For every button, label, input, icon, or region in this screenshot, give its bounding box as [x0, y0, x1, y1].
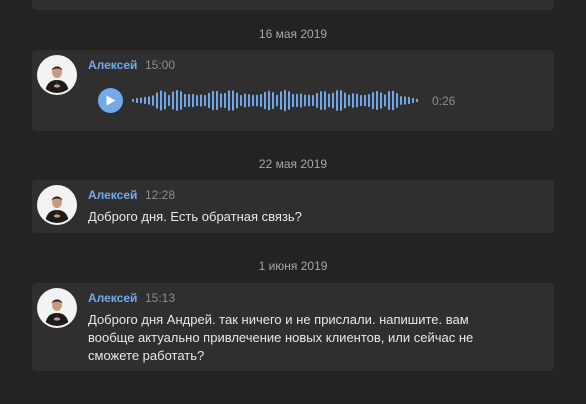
waveform-bar	[300, 93, 302, 108]
waveform-bar	[200, 94, 202, 107]
waveform-bar	[328, 93, 330, 108]
waveform-bar	[284, 89, 286, 112]
waveform-bar	[144, 96, 146, 105]
waveform-bar	[384, 94, 386, 107]
waveform-bar	[380, 92, 382, 109]
waveform-bar	[140, 97, 142, 104]
waveform-bar	[416, 98, 418, 103]
waveform-bar	[160, 90, 162, 111]
waveform-bar	[396, 92, 398, 109]
waveform-bar	[216, 90, 218, 111]
author-name[interactable]: Алексей	[88, 188, 137, 202]
previous-message-card	[32, 0, 554, 10]
waveform-bar	[360, 94, 362, 107]
play-icon	[106, 95, 116, 106]
waveform-bar	[168, 94, 170, 107]
waveform-bar	[232, 90, 234, 111]
waveform-bar	[376, 90, 378, 111]
voice-waveform[interactable]	[132, 88, 422, 113]
waveform-bar	[208, 92, 210, 109]
waveform-bar	[192, 93, 194, 108]
waveform-bar	[156, 92, 158, 109]
waveform-bar	[324, 91, 326, 110]
message-time[interactable]: 15:00	[145, 58, 175, 72]
author-name[interactable]: Алексей	[88, 291, 137, 305]
waveform-bar	[316, 92, 318, 109]
waveform-bar	[320, 91, 322, 110]
waveform-bar	[264, 91, 266, 110]
waveform-bar	[268, 90, 270, 111]
waveform-bar	[276, 94, 278, 107]
waveform-bar	[260, 93, 262, 108]
waveform-bar	[280, 91, 282, 110]
date-separator: 16 мая 2019	[258, 27, 328, 41]
waveform-bar	[344, 92, 346, 109]
waveform-bar	[244, 93, 246, 108]
waveform-bar	[412, 97, 414, 104]
waveform-bar	[304, 94, 306, 107]
waveform-bar	[212, 90, 214, 111]
waveform-bar	[188, 94, 190, 107]
message-body: Доброго дня Андрей. так ничего и не прис…	[88, 312, 474, 363]
waveform-bar	[308, 94, 310, 107]
waveform-bar	[164, 91, 166, 110]
waveform-bar	[368, 93, 370, 108]
play-button[interactable]	[98, 88, 123, 113]
waveform-bar	[400, 95, 402, 106]
waveform-bar	[172, 91, 174, 110]
waveform-bar	[204, 94, 206, 107]
waveform-bar	[296, 93, 298, 108]
waveform-bar	[228, 90, 230, 111]
message-text: Алексей 12:28 Доброго дня. Есть обратная…	[32, 180, 554, 233]
author-name[interactable]: Алексей	[88, 58, 137, 72]
waveform-bar	[252, 94, 254, 107]
waveform-bar	[176, 89, 178, 112]
waveform-bar	[152, 95, 154, 106]
voice-duration: 0:26	[432, 94, 456, 108]
date-separator: 22 мая 2019	[258, 157, 328, 171]
waveform-bar	[180, 91, 182, 110]
waveform-bar	[388, 90, 390, 111]
avatar[interactable]	[39, 187, 75, 223]
message-time[interactable]: 12:28	[145, 188, 175, 202]
waveform-bar	[336, 90, 338, 111]
waveform-bar	[132, 98, 134, 103]
waveform-bar	[312, 94, 314, 107]
waveform-bar	[256, 94, 258, 107]
waveform-bar	[340, 90, 342, 111]
waveform-bar	[356, 93, 358, 108]
waveform-bar	[184, 93, 186, 108]
waveform-bar	[272, 91, 274, 110]
waveform-bar	[332, 92, 334, 109]
waveform-bar	[220, 93, 222, 108]
waveform-bar	[372, 91, 374, 110]
waveform-bar	[148, 96, 150, 105]
waveform-bar	[288, 91, 290, 110]
waveform-bar	[248, 94, 250, 107]
message-time[interactable]: 15:13	[145, 291, 175, 305]
waveform-bar	[224, 92, 226, 109]
waveform-bar	[364, 94, 366, 107]
message-voice: Алексей 15:00 0:26	[32, 50, 554, 131]
waveform-bar	[240, 94, 242, 107]
waveform-bar	[392, 90, 394, 111]
waveform-bar	[136, 97, 138, 104]
waveform-bar	[292, 93, 294, 108]
waveform-bar	[236, 92, 238, 109]
waveform-bar	[196, 94, 198, 107]
avatar[interactable]	[39, 290, 75, 326]
waveform-bar	[348, 94, 350, 107]
avatar[interactable]	[39, 57, 75, 93]
date-separator: 1 июня 2019	[258, 259, 328, 273]
waveform-bar	[352, 93, 354, 108]
waveform-bar	[404, 96, 406, 105]
message-body: Доброго дня. Есть обратная связь?	[88, 209, 302, 224]
message-text: Алексей 15:13 Доброго дня Андрей. так ни…	[32, 283, 554, 371]
waveform-bar	[408, 96, 410, 105]
